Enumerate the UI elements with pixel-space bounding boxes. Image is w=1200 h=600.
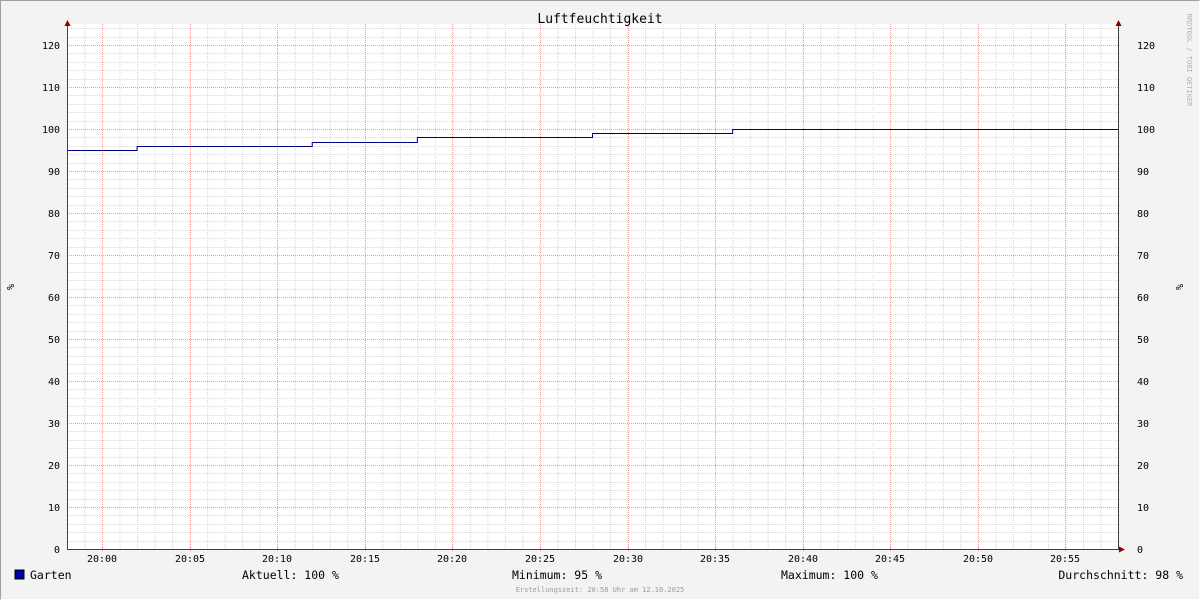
x-tick-label: 20:15 [350, 554, 380, 565]
x-tick-label: 20:05 [175, 554, 205, 565]
x-tick-label: 20:45 [875, 554, 905, 565]
x-tick-label: 20:30 [613, 554, 643, 565]
y-tick-label-left: 90 [48, 167, 60, 178]
y-tick-label-left: 70 [48, 251, 60, 262]
y-axis-label-left: % [4, 284, 15, 290]
y-tick-label-right: 0 [1137, 545, 1143, 556]
y-tick-label-left: 110 [42, 83, 60, 94]
legend-series-name: Garten [30, 568, 72, 582]
y-tick-label-left: 120 [42, 41, 60, 52]
legend-durchschnitt: Durchschnitt: 98 % [1058, 568, 1183, 582]
legend-maximum: Maximum: 100 % [781, 568, 878, 582]
legend-aktuell: Aktuell: 100 % [242, 568, 339, 582]
y-axis-left-arrow [64, 20, 71, 26]
humidity-chart: 20:00 20:05 20:10 20:15 20:20 20:25 20:30 20:35… [4, 12, 1193, 594]
y-tick-label-right: 10 [1137, 503, 1149, 514]
y-tick-label-left: 60 [48, 293, 60, 304]
y-tick-label-right: 90 [1137, 167, 1149, 178]
minor-grid [67, 24, 1118, 549]
y-tick-label-right: 70 [1137, 251, 1149, 262]
x-tick-label: 20:35 [700, 554, 730, 565]
x-tick-label: 20:25 [525, 554, 555, 565]
y-tick-label-right: 50 [1137, 335, 1149, 346]
watermark: RRDTOOL / TOBI OETIKER [1185, 14, 1193, 108]
y-tick-label-left: 100 [42, 125, 60, 136]
x-tick-label: 20:55 [1050, 554, 1080, 565]
y-tick-label-left: 10 [48, 503, 60, 514]
x-tick-label: 20:10 [262, 554, 292, 565]
y-tick-label-left: 0 [54, 545, 60, 556]
y-tick-label-right: 80 [1137, 209, 1149, 220]
y-tick-label-left: 80 [48, 209, 60, 220]
chart-title: Luftfeuchtigkeit [537, 12, 662, 27]
y-tick-label-right: 110 [1137, 83, 1155, 94]
x-tick-label: 20:20 [437, 554, 467, 565]
x-tick-label: 20:40 [788, 554, 818, 565]
x-axis-arrow [1119, 546, 1125, 553]
y-tick-label-left: 30 [48, 419, 60, 430]
legend-minimum: Minimum: 95 % [512, 568, 602, 582]
y-tick-label-right: 30 [1137, 419, 1149, 430]
y-tick-label-right: 100 [1137, 125, 1155, 136]
y-tick-label-left: 50 [48, 335, 60, 346]
y-tick-label-right: 40 [1137, 377, 1149, 388]
y-axis-label-right: % [1173, 284, 1184, 290]
x-tick-label: 20:00 [87, 554, 117, 565]
y-tick-label-left: 40 [48, 377, 60, 388]
y-tick-label-right: 120 [1137, 41, 1155, 52]
y-tick-label-right: 20 [1137, 461, 1149, 472]
x-tick-label: 20:50 [963, 554, 993, 565]
legend-swatch [14, 569, 25, 580]
y-tick-label-right: 60 [1137, 293, 1149, 304]
y-axis-right-arrow [1115, 20, 1122, 26]
y-tick-label-left: 20 [48, 461, 60, 472]
footer-timestamp: Erstellungszeit: 20:58 Uhr am 12.10.2025 [516, 586, 685, 594]
